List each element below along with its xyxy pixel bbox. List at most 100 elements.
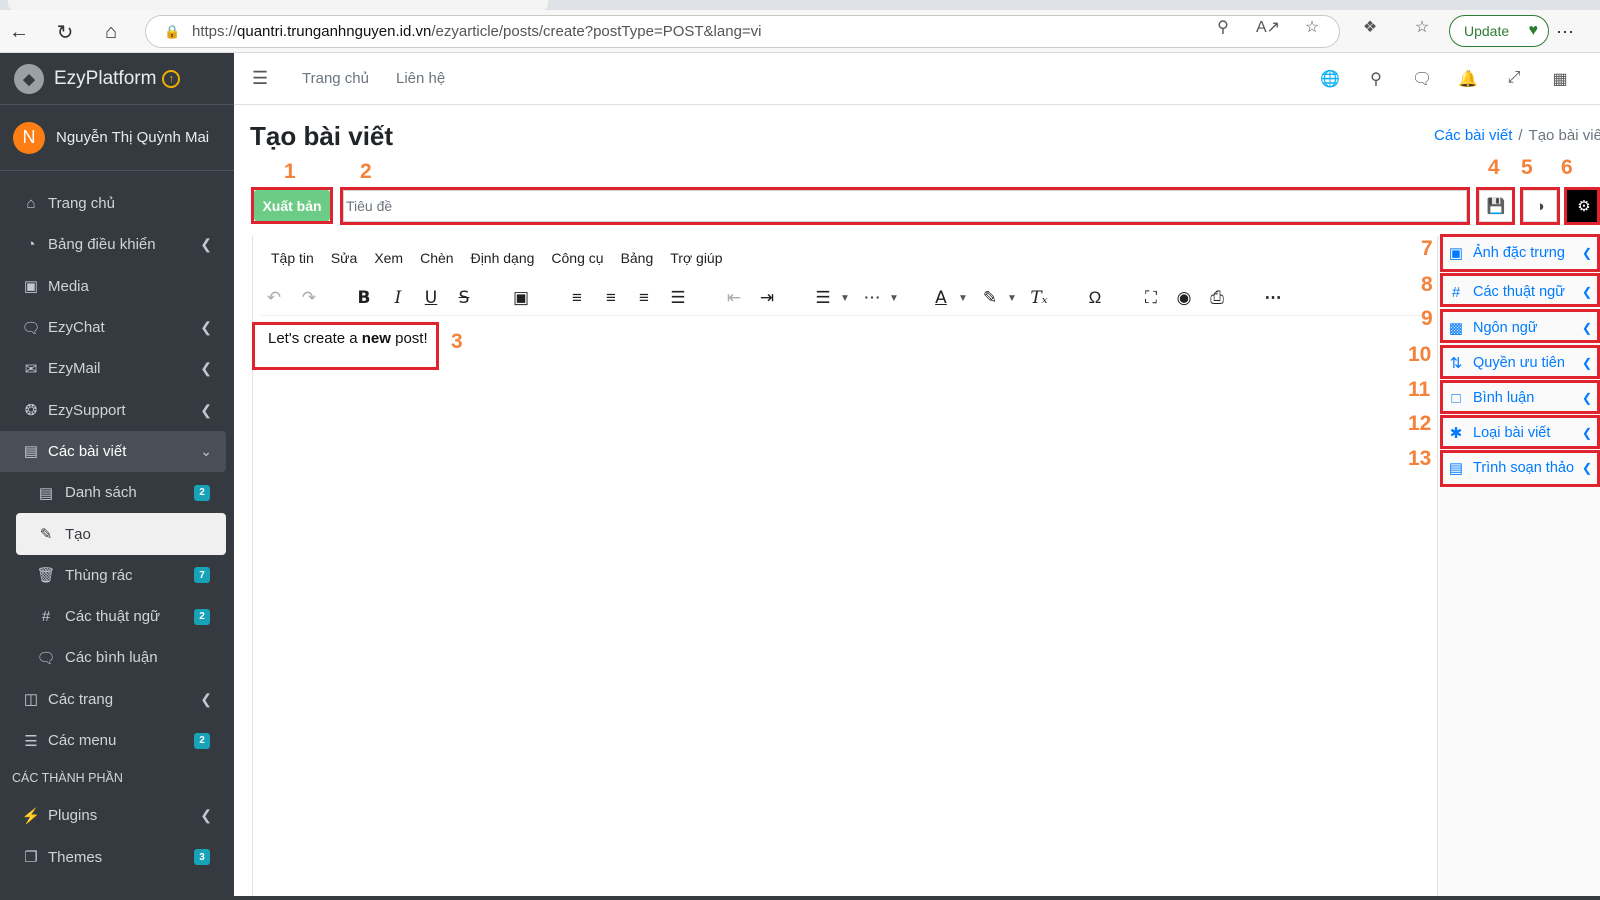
sidebar-item-ezychat[interactable]: 🗨 EzyChat ❮ — [0, 307, 234, 348]
clear-formatting-icon[interactable]: Tₓ — [1026, 285, 1052, 311]
editor-menu-table[interactable]: Bảng — [621, 250, 654, 266]
brand[interactable]: ◆ EzyPlatform ↑ — [0, 53, 234, 105]
update-label: Update — [1464, 23, 1510, 39]
comments-icon: 🗨 — [36, 649, 56, 667]
nav-link-home[interactable]: Trang chủ — [302, 70, 369, 87]
highlight-box — [340, 187, 1470, 225]
bold-icon[interactable]: B — [351, 285, 377, 311]
sidebar-item-ezysupport[interactable]: ❂ EzySupport ❮ — [0, 389, 234, 430]
sidebar-item-terms[interactable]: # Các thuật ngữ 2 — [0, 596, 234, 637]
text-color-icon[interactable]: A — [928, 285, 954, 311]
sidebar-item-trash[interactable]: 🗑 Thùng rác 7 — [0, 555, 234, 596]
editor-menu-view[interactable]: Xem — [374, 250, 403, 266]
plug-icon: ⚡ — [21, 807, 41, 825]
breadcrumb-parent-link[interactable]: Các bài viết — [1434, 127, 1512, 144]
read-aloud-icon[interactable]: A↗ — [1256, 16, 1280, 38]
envelope-icon: ✉ — [24, 360, 38, 378]
globe-icon[interactable]: 🌐 — [1320, 69, 1340, 89]
sidebar-item-media[interactable]: ▣ Media — [0, 266, 234, 307]
browser-active-tab[interactable] — [8, 0, 548, 10]
avatar: N — [13, 121, 45, 154]
sidebar-item-label: Danh sách — [65, 484, 137, 502]
hamburger-menu-icon[interactable]: ☰ — [252, 68, 268, 89]
highlight-box — [1520, 187, 1560, 225]
editor-menu-format[interactable]: Định dạng — [471, 250, 535, 266]
bullet-list-icon[interactable]: ⋯ — [859, 285, 885, 311]
fullscreen-icon[interactable]: ⛶ — [1138, 285, 1164, 311]
brand-name: EzyPlatform — [54, 67, 157, 89]
editor-menu-file[interactable]: Tập tin — [271, 250, 314, 266]
address-bar[interactable]: 🔒 https://quantri.trunganhnguyen.id.vn/e… — [145, 15, 1340, 48]
insert-image-icon[interactable]: ▣ — [508, 285, 534, 311]
favorites-list-icon[interactable]: ☆ — [1411, 16, 1433, 38]
highlight-box — [251, 187, 333, 224]
align-right-icon[interactable]: ≡ — [631, 285, 657, 311]
image-icon: ▣ — [23, 278, 39, 296]
highlight-color-icon[interactable]: ✎ — [977, 285, 1003, 311]
chevron-down-icon[interactable]: ▼ — [957, 285, 969, 311]
special-character-icon[interactable]: Ω — [1082, 285, 1108, 311]
sidebar-item-label: Trang chủ — [48, 195, 115, 213]
editor-menu-insert[interactable]: Chèn — [420, 250, 453, 266]
sidebar-item-create[interactable]: ✎ Tạo — [16, 513, 226, 555]
sidebar-item-comments[interactable]: 🗨 Các bình luận — [0, 637, 234, 678]
highlight-box — [1440, 234, 1600, 272]
editor-menu-edit[interactable]: Sửa — [331, 250, 358, 266]
sidebar-item-plugins[interactable]: ⚡ Plugins ❮ — [0, 795, 234, 836]
align-justify-icon[interactable]: ☰ — [665, 285, 691, 311]
browser-update-button[interactable]: Update ♥ — [1449, 15, 1549, 47]
fullscreen-icon[interactable]: ⤢ — [1504, 69, 1524, 87]
grid-apps-icon[interactable]: ▦ — [1550, 69, 1570, 89]
sidebar-item-ezymail[interactable]: ✉ EzyMail ❮ — [0, 348, 234, 389]
back-arrow-icon[interactable]: ← — [6, 19, 32, 45]
user-name: Nguyễn Thị Quỳnh Mai — [56, 129, 210, 146]
count-badge: 2 — [194, 732, 210, 749]
annotation-number: 6 — [1561, 156, 1573, 179]
sidebar-item-label: Các menu — [48, 732, 117, 749]
extensions-icon[interactable]: ❖ — [1359, 16, 1381, 38]
chat-icon[interactable]: 🗨 — [1412, 69, 1432, 89]
preview-eye-icon[interactable]: ◉ — [1171, 285, 1197, 311]
home-icon: ⌂ — [26, 195, 36, 213]
editor-menu-help[interactable]: Trợ giúp — [670, 250, 722, 266]
undo-icon[interactable]: ↶ — [261, 285, 287, 311]
sidebar-item-menus[interactable]: ☰ Các menu 2 — [0, 720, 234, 761]
brand-logo-icon: ◆ — [14, 63, 44, 94]
sidebar-section-header: CÁC THÀNH PHẦN — [12, 771, 123, 786]
sidebar-item-themes[interactable]: ❐ Themes 3 — [0, 836, 234, 877]
more-icon[interactable]: ⋯ — [1260, 285, 1286, 311]
count-badge: 3 — [194, 849, 210, 866]
bell-icon[interactable]: 🔔 — [1458, 69, 1478, 89]
sidebar-item-dashboard[interactable]: ◔ Bảng điều khiển ❮ — [0, 224, 234, 265]
outdent-icon[interactable]: ⇤ — [721, 285, 747, 311]
redo-icon[interactable]: ↷ — [296, 285, 322, 311]
editor-menu-tools[interactable]: Công cụ — [551, 250, 603, 266]
user-panel[interactable]: N Nguyễn Thị Quỳnh Mai — [0, 105, 234, 171]
reload-icon[interactable]: ↻ — [52, 19, 78, 45]
chevron-down-icon[interactable]: ▼ — [839, 285, 851, 311]
align-left-icon[interactable]: ≡ — [564, 285, 590, 311]
italic-icon[interactable]: I — [385, 285, 411, 311]
sidebar-item-post-list[interactable]: ▤ Danh sách 2 — [0, 472, 234, 513]
numbered-list-icon[interactable]: ☰ — [810, 285, 836, 311]
sidebar-item-posts[interactable]: ▤ Các bài viết ⌄ — [0, 430, 226, 473]
sidebar-item-home[interactable]: ⌂ Trang chủ — [0, 183, 234, 224]
chevron-down-icon[interactable]: ▼ — [888, 285, 900, 311]
indent-icon[interactable]: ⇥ — [754, 285, 780, 311]
sidebar-item-label: EzySupport — [48, 401, 126, 419]
underline-icon[interactable]: U — [418, 285, 444, 311]
more-options-icon[interactable]: ⋯ — [1556, 22, 1575, 43]
sidebar-item-pages[interactable]: ◫ Các trang ❮ — [0, 679, 234, 720]
zoom-icon[interactable]: ⚲ — [1212, 16, 1234, 38]
upgrade-arrow-icon[interactable]: ↑ — [162, 69, 181, 88]
align-center-icon[interactable]: ≡ — [598, 285, 624, 311]
home-icon[interactable]: ⌂ — [98, 19, 124, 45]
favorite-star-icon[interactable]: ☆ — [1301, 16, 1323, 38]
breadcrumb-current: Tạo bài viết — [1528, 127, 1600, 144]
highlight-box — [252, 322, 439, 370]
nav-link-contact[interactable]: Liên hệ — [396, 70, 445, 87]
chevron-down-icon[interactable]: ▼ — [1006, 285, 1018, 311]
search-icon[interactable]: ⚲ — [1366, 69, 1386, 89]
print-icon[interactable]: ⎙ — [1204, 285, 1230, 311]
strikethrough-icon[interactable]: S — [451, 285, 477, 311]
